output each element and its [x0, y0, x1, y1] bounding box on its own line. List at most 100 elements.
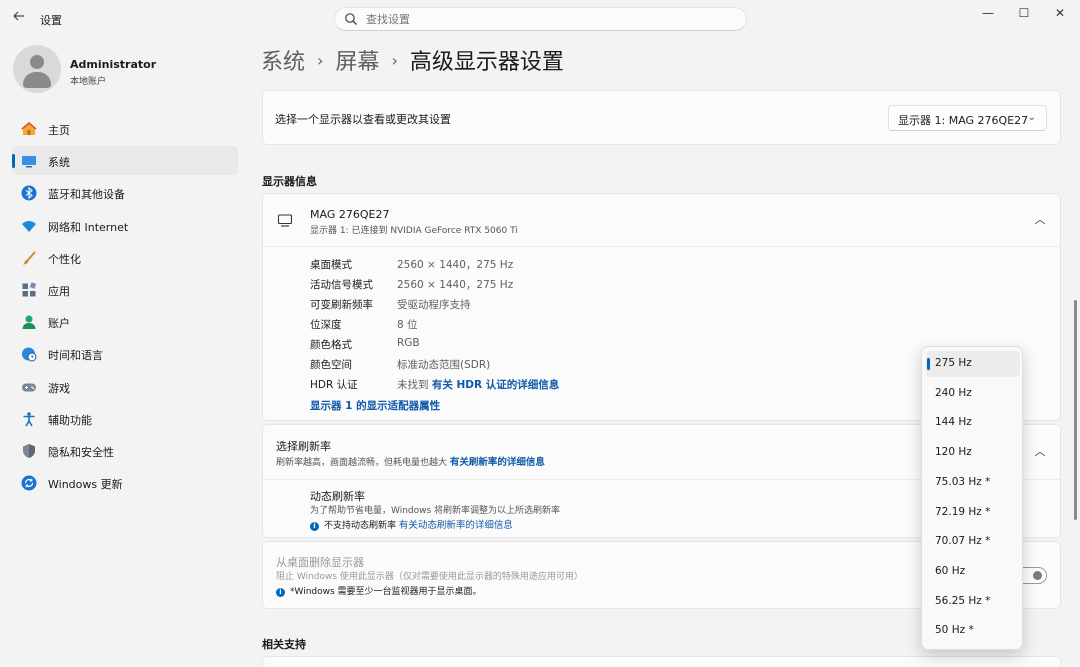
- toggle-knob: [1033, 571, 1042, 580]
- settings-window: 设置 — ☐ ✕ Administrator 本地账户 主页系统蓝牙和其他设备网…: [0, 0, 1080, 667]
- refresh-rate-option-label: 56.25 Hz *: [935, 594, 991, 607]
- display-selector-value: 显示器 1: MAG 276QE27: [898, 114, 1029, 127]
- refresh-rate-option[interactable]: 70.07 Hz *: [926, 529, 1020, 555]
- home-icon: [21, 121, 37, 137]
- info-value: 2560 × 1440，275 Hz: [397, 279, 514, 291]
- sidebar-item[interactable]: 主页: [12, 114, 238, 143]
- monitor-name: MAG 276QE27: [310, 208, 390, 221]
- minimize-button[interactable]: —: [971, 0, 1005, 26]
- back-arrow-icon[interactable]: [10, 9, 28, 27]
- info-label: 活动信号模式: [310, 279, 373, 291]
- refresh-rate-option[interactable]: 72.19 Hz *: [926, 500, 1020, 526]
- monitor-icon: [277, 214, 293, 227]
- display-selector-label: 选择一个显示器以查看或更改其设置: [275, 113, 451, 126]
- apps-icon: [21, 282, 37, 298]
- refresh-rate-option-label: 120 Hz: [935, 446, 972, 459]
- refresh-rate-option[interactable]: 240 Hz: [926, 381, 1020, 407]
- refresh-rate-option[interactable]: 144 Hz: [926, 410, 1020, 436]
- breadcrumb: 系统 › 屏幕 › 高级显示器设置: [261, 44, 564, 76]
- app-title: 设置: [40, 14, 62, 27]
- gamepad-icon: [21, 379, 37, 395]
- refresh-rate-option-label: 144 Hz: [935, 416, 972, 429]
- refresh-rate-option[interactable]: 60 Hz: [926, 559, 1020, 585]
- info-label: 颜色格式: [310, 339, 352, 351]
- refresh-rate-option[interactable]: 275 Hz: [926, 351, 1020, 377]
- refresh-rate-option-label: 60 Hz: [935, 564, 966, 577]
- refresh-rate-option-label: 240 Hz: [935, 386, 972, 399]
- breadcrumb-display[interactable]: 屏幕: [335, 50, 379, 75]
- sidebar-item-label: 主页: [48, 124, 70, 137]
- related-support-card: [262, 656, 1061, 667]
- dynamic-refresh-title: 动态刷新率: [310, 490, 365, 503]
- sidebar-item[interactable]: Windows 更新: [12, 468, 238, 497]
- info-icon: i: [310, 522, 319, 531]
- display-selector-dropdown[interactable]: 显示器 1: MAG 276QE27 ⌄: [888, 105, 1047, 131]
- adapter-properties-link[interactable]: 显示器 1 的显示适配器属性: [310, 398, 440, 413]
- refresh-rate-title: 选择刷新率: [276, 440, 331, 453]
- sidebar-item[interactable]: 辅助功能: [12, 404, 238, 433]
- info-label: 位深度: [310, 319, 342, 331]
- dynamic-refresh-link[interactable]: 有关动态刷新率的详细信息: [399, 520, 513, 531]
- sidebar-item-label: 辅助功能: [48, 413, 92, 427]
- sidebar-item-label: Windows 更新: [48, 478, 123, 492]
- scrollbar[interactable]: [1074, 300, 1077, 520]
- search-box[interactable]: [334, 7, 747, 31]
- refresh-rate-option[interactable]: 56.25 Hz *: [926, 589, 1020, 615]
- info-value: 受驱动程序支持: [397, 299, 471, 311]
- update-icon: [21, 475, 37, 491]
- hdr-label: HDR 认证: [310, 379, 358, 391]
- refresh-rate-option[interactable]: 50 Hz *: [926, 618, 1020, 644]
- sidebar-item[interactable]: 隐私和安全性: [12, 436, 238, 465]
- avatar: [13, 45, 61, 93]
- hdr-link[interactable]: 有关 HDR 认证的详细信息: [432, 379, 559, 391]
- breadcrumb-separator: ›: [317, 51, 324, 70]
- account-icon: [21, 314, 37, 330]
- sidebar-item[interactable]: 蓝牙和其他设备: [12, 178, 238, 207]
- hdr-value: 未找到: [397, 379, 429, 391]
- chevron-down-icon: ⌄: [1027, 112, 1036, 123]
- sidebar-item[interactable]: 游戏: [12, 372, 238, 401]
- sidebar-item-label: 隐私和安全性: [48, 445, 114, 459]
- refresh-rate-option-label: 275 Hz: [935, 357, 972, 369]
- sidebar-item[interactable]: 网络和 Internet: [12, 211, 238, 240]
- refresh-rate-option-label: 50 Hz *: [935, 624, 974, 637]
- refresh-rate-link[interactable]: 有关刷新率的详细信息: [450, 457, 545, 468]
- chevron-up-icon[interactable]: ︿: [1033, 445, 1047, 459]
- globe-clock-icon: [21, 346, 37, 362]
- info-value: 2560 × 1440，275 Hz: [397, 259, 514, 271]
- sidebar-item-label: 网络和 Internet: [48, 220, 129, 234]
- refresh-rate-option[interactable]: 75.03 Hz *: [926, 470, 1020, 496]
- remove-display-title: 从桌面删除显示器: [276, 556, 364, 569]
- chevron-up-icon[interactable]: ︿: [1033, 213, 1047, 227]
- monitor-connection: 显示器 1: 已连接到 NVIDIA GeForce RTX 5060 Ti: [310, 226, 518, 236]
- sidebar-item-label: 个性化: [48, 252, 81, 266]
- close-button[interactable]: ✕: [1043, 0, 1077, 26]
- sidebar-item-label: 游戏: [48, 381, 70, 395]
- sidebar-item-label: 账户: [48, 317, 70, 331]
- dynamic-refresh-note: 不支持动态刷新率: [324, 521, 397, 531]
- info-label: 桌面模式: [310, 259, 352, 271]
- sidebar-item-label: 蓝牙和其他设备: [48, 188, 125, 202]
- sidebar-item[interactable]: 个性化: [12, 243, 238, 272]
- sidebar-item-label: 应用: [48, 284, 70, 298]
- refresh-rate-option-label: 70.07 Hz *: [935, 535, 991, 548]
- search-input[interactable]: [366, 12, 726, 27]
- sidebar-item[interactable]: 系统: [12, 146, 238, 176]
- sidebar-item[interactable]: 时间和语言: [12, 339, 238, 368]
- refresh-rate-desc-row: 刷新率越高，画面越流畅，但耗电量也越大 有关刷新率的详细信息: [276, 454, 545, 468]
- display-info-heading: 显示器信息: [262, 175, 317, 188]
- maximize-button[interactable]: ☐: [1007, 0, 1041, 26]
- refresh-rate-option[interactable]: 120 Hz: [926, 440, 1020, 466]
- divider: [263, 246, 1060, 247]
- refresh-rate-option-label: 75.03 Hz *: [935, 475, 991, 488]
- bluetooth-icon: [21, 185, 37, 201]
- shield-icon: [21, 443, 37, 459]
- sidebar-item[interactable]: 应用: [12, 275, 238, 304]
- sidebar-item[interactable]: 账户: [12, 307, 238, 336]
- brush-icon: [21, 250, 37, 266]
- remove-display-note: *Windows 需要至少一台监视器用于显示桌面。: [290, 587, 482, 597]
- wifi-icon: [21, 218, 37, 234]
- info-value: 标准动态范围(SDR): [397, 359, 491, 371]
- breadcrumb-system[interactable]: 系统: [261, 50, 305, 75]
- info-label: 颜色空间: [310, 359, 352, 371]
